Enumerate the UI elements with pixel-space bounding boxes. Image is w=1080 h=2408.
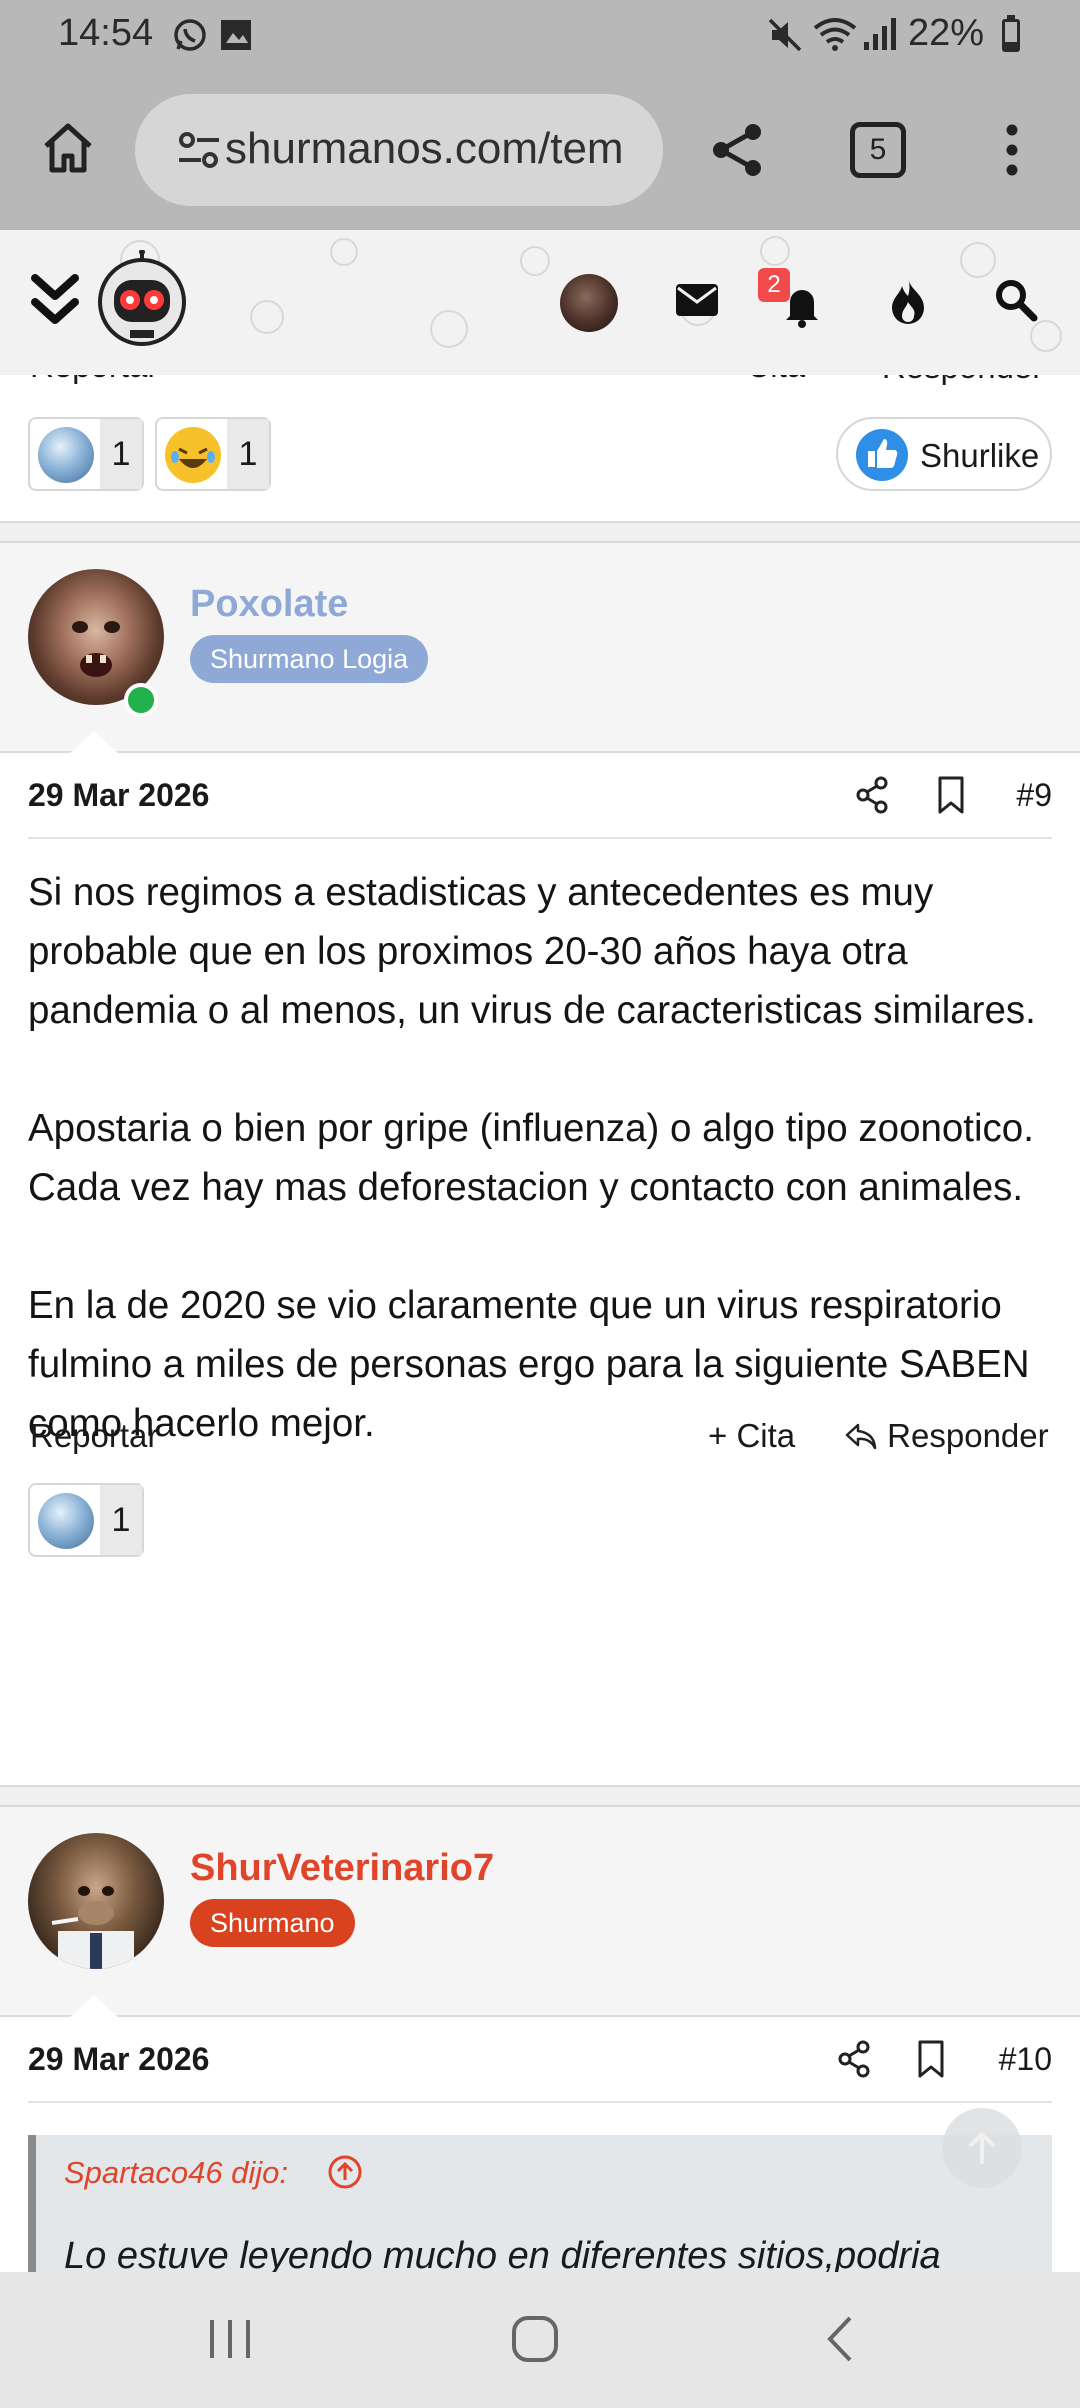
post-meta: 29 Mar 2026 #9 [28,753,1052,839]
username[interactable]: ShurVeterinario7 [190,1847,494,1890]
quote-link[interactable]: + Cita [708,1417,795,1455]
header-pattern [430,310,468,348]
back-icon[interactable] [822,2314,856,2369]
post-number[interactable]: #10 [999,2041,1052,2078]
scroll-top-button[interactable] [942,2108,1022,2188]
wifi-icon [812,14,858,59]
site-settings-icon[interactable] [177,128,221,177]
header-pattern [250,300,284,334]
battery-icon [1000,14,1022,59]
author-pointer [70,1995,118,2017]
status-time: 14:54 [58,12,154,54]
post-date[interactable]: 29 Mar 2026 [28,777,209,814]
post-date[interactable]: 29 Mar 2026 [28,2041,209,2078]
browser-toolbar: shurmanos.com/tem 5 [0,70,1080,230]
plus-icon: + [708,1417,728,1454]
post-number[interactable]: #9 [1016,777,1052,814]
user-avatar[interactable] [560,274,618,332]
reply-label: Responder [882,375,1043,385]
logo-robot[interactable] [92,249,192,355]
site-header: 2 [0,230,1080,375]
post-body: Si nos regimos a estadisticas y antecede… [28,871,1036,1445]
quote-block: Spartaco46 dijo: Lo estuve leyendo mucho… [28,2135,1052,2275]
post-meta: 29 Mar 2026 #10 [28,2017,1052,2103]
author-pointer [70,731,118,753]
gallery-icon [218,17,254,58]
status-bar: 14:54 22% [0,0,1080,70]
quote-label: Cita [746,375,805,384]
collapse-icon[interactable] [30,272,80,333]
quote-label: Cita [736,1417,796,1454]
reaction-count: 1 [227,419,269,489]
bell-icon[interactable] [782,284,822,333]
post-separator [0,521,1080,543]
reply-link[interactable]: Responder [844,1417,1049,1455]
system-nav-bar [0,2272,1080,2408]
battery-percent: 22% [908,12,985,54]
reaction-diamond[interactable]: 1 [28,417,144,491]
share-icon[interactable] [707,120,767,185]
avatar[interactable] [28,1833,164,1969]
diamond-icon [38,1493,94,1549]
mute-icon [766,16,804,59]
online-indicator [124,683,158,717]
home-icon[interactable] [40,120,96,181]
share-post-icon[interactable] [854,775,890,820]
role-badge: Shurmano [190,1899,355,1947]
more-icon[interactable] [1000,122,1024,183]
reaction-count: 1 [100,419,142,489]
fire-icon[interactable] [888,276,928,331]
signal-icon [862,14,898,57]
search-icon[interactable] [994,278,1038,327]
reply-icon [845,1423,877,1450]
report-link[interactable]: Reportar [30,375,158,385]
header-pattern [330,238,358,266]
bookmark-icon[interactable] [936,775,966,820]
post-author-block: Poxolate Shurmano Logia [0,543,1080,753]
header-pattern [520,246,550,276]
diamond-icon [38,427,94,483]
tabs-button[interactable]: 5 [850,122,906,178]
quote-text: Lo estuve leyendo mucho en diferentes si… [64,2235,941,2275]
quote-author[interactable]: Spartaco46 dijo: [64,2155,288,2191]
post-separator [0,1785,1080,1807]
url-bar[interactable]: shurmanos.com/tem [135,94,663,206]
header-pattern [960,242,996,278]
reaction-count: 1 [100,1485,142,1555]
recents-icon[interactable] [206,2316,254,2367]
report-link[interactable]: Reportar [30,1417,158,1455]
tab-count: 5 [869,133,887,166]
username[interactable]: Poxolate [190,583,348,626]
header-pattern [760,236,790,266]
home-nav-icon[interactable] [510,2314,560,2369]
whatsapp-icon [172,17,208,58]
laughing-emoji-icon [165,427,221,483]
role-badge: Shurmano Logia [190,635,429,683]
jump-to-quote-icon[interactable] [326,2153,364,2196]
thumbs-up-icon [856,429,908,481]
shurlike-label: Shurlike [920,437,1040,474]
reaction-diamond[interactable]: 1 [28,1483,144,1557]
quote-link[interactable]: + Cita [718,375,805,385]
thread-content: Reportar + Cita ↶ Responder 1 1 Shurlike… [0,375,1080,2272]
shurlike-button[interactable]: Shurlike [836,417,1052,491]
mail-icon[interactable] [674,280,720,325]
post-author-block: ShurVeterinario7 Shurmano [0,1807,1080,2017]
reply-label: Responder [887,1417,1049,1454]
arrow-up-icon [968,2131,996,2164]
reply-link[interactable]: ↶ Responder [845,375,1043,386]
reaction-laugh[interactable]: 1 [155,417,271,491]
bookmark-icon[interactable] [916,2039,946,2084]
share-post-icon[interactable] [836,2039,872,2084]
url-text[interactable]: shurmanos.com/tem [225,124,624,174]
